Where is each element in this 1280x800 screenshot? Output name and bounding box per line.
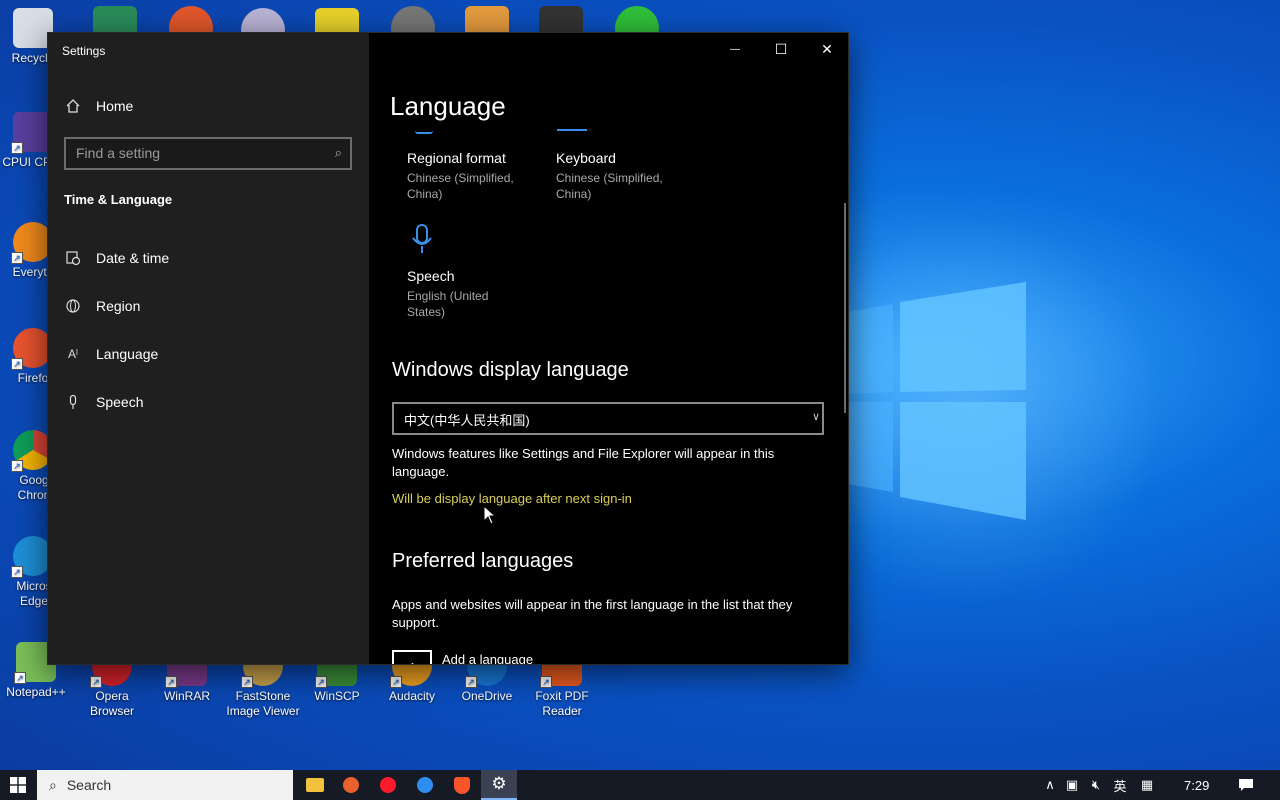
sidebar-item-label: Language <box>96 346 159 362</box>
display-language-select[interactable]: 中文(中华人民共和国) ∨ <box>392 402 824 435</box>
sidebar-item-home[interactable]: Home <box>64 97 133 115</box>
add-language-label[interactable]: Add a language <box>442 652 533 664</box>
add-language-button[interactable]: + <box>392 650 432 664</box>
taskbar-file-explorer[interactable] <box>297 770 333 800</box>
tile-keyboard[interactable]: Keyboard Chinese (Simplified, China) <box>556 150 676 202</box>
tile-regional-format[interactable]: Regional format Chinese (Simplified, Chi… <box>407 150 527 202</box>
chevron-up-icon[interactable]: ∧ <box>1040 777 1060 793</box>
blue-app-icon <box>417 777 433 793</box>
sidebar-item-speech[interactable]: Speech <box>64 393 143 411</box>
search-icon: ⌕ <box>49 776 57 793</box>
taskbar-search-label: Search <box>66 777 112 793</box>
window-title: Settings <box>62 44 106 58</box>
notifications-icon[interactable] <box>1238 770 1254 800</box>
preferred-languages-heading: Preferred languages <box>392 550 574 572</box>
keyboard-icon <box>557 129 587 131</box>
start-button[interactable] <box>0 770 36 800</box>
opera-icon <box>380 777 396 793</box>
taskbar-search-box[interactable]: ⌕ Search <box>37 770 293 800</box>
globe-icon <box>64 297 82 315</box>
sidebar-item-label: Date & time <box>96 250 170 266</box>
page-title: Language <box>390 91 506 121</box>
display-language-description: Windows features like Settings and File … <box>392 446 775 479</box>
taskbar-settings[interactable]: ⚙ <box>481 770 517 800</box>
settings-window: Settings Home Find a setting ⌕ Time & La… <box>47 32 849 665</box>
sidebar-section-title: Time & Language <box>64 192 173 207</box>
display-language-heading: Windows display language <box>392 359 629 381</box>
taskbar-firefox[interactable] <box>333 770 369 800</box>
sidebar-item-label: Speech <box>96 394 144 410</box>
sidebar-item-date-time[interactable]: Date & time <box>64 249 169 267</box>
sidebar-item-label: Region <box>96 298 141 314</box>
chevron-down-icon: ∨ <box>811 411 820 423</box>
firefox-icon <box>343 777 359 793</box>
main-content: Language Regional format Chinese (Simpli… <box>369 33 848 664</box>
ime-indicator[interactable]: 英 <box>1108 776 1132 795</box>
taskbar-brave[interactable] <box>444 770 480 800</box>
tile-speech[interactable]: Speech English (United States) <box>407 268 527 320</box>
preferred-languages-description: Apps and websites will appear in the fir… <box>392 597 793 630</box>
home-icon <box>64 97 82 115</box>
windows-start-icon <box>10 777 26 793</box>
language-icon: Aˡ <box>68 347 78 361</box>
plus-icon: + <box>406 656 419 664</box>
regional-format-icon <box>415 131 433 134</box>
windows-logo-wallpaper <box>848 282 1026 520</box>
calendar-clock-icon <box>64 249 82 267</box>
mouse-cursor-icon <box>483 505 497 525</box>
sidebar-item-language[interactable]: Aˡ Language <box>64 345 158 363</box>
sidebar-item-region[interactable]: Region <box>64 297 140 315</box>
speech-microphone-icon <box>411 224 433 259</box>
taskbar: ⌕ Search ⚙ ∧ ▣ 🔇︎ 英 ▦ 7:29 <box>0 770 1280 800</box>
action-center-icon <box>1239 779 1253 791</box>
display-language-value: 中文(中华人民共和国) <box>404 413 530 428</box>
search-icon: ⌕ <box>334 145 342 160</box>
brave-icon <box>454 776 470 794</box>
sidebar: Settings Home Find a setting ⌕ Time & La… <box>48 33 369 664</box>
ime-grid-icon[interactable]: ▦ <box>1132 777 1162 793</box>
microphone-icon <box>64 393 82 411</box>
find-setting-input[interactable]: Find a setting ⌕ <box>64 137 352 170</box>
network-icon[interactable]: ▣ <box>1060 777 1084 793</box>
find-setting-placeholder: Find a setting <box>76 145 161 161</box>
clock[interactable]: 7:29 <box>1184 770 1209 800</box>
taskbar-app-blue[interactable] <box>407 770 443 800</box>
system-tray: ∧ ▣ 🔇︎ 英 ▦ <box>1040 770 1162 800</box>
volume-muted-icon[interactable]: 🔇︎ <box>1084 777 1108 793</box>
sidebar-item-home-label: Home <box>96 98 134 114</box>
display-language-notice: Will be display language after next sign… <box>392 491 632 506</box>
folder-icon <box>306 778 324 792</box>
gear-icon: ⚙ <box>491 774 507 793</box>
taskbar-opera[interactable] <box>370 770 406 800</box>
content-scrollbar[interactable] <box>844 203 846 413</box>
